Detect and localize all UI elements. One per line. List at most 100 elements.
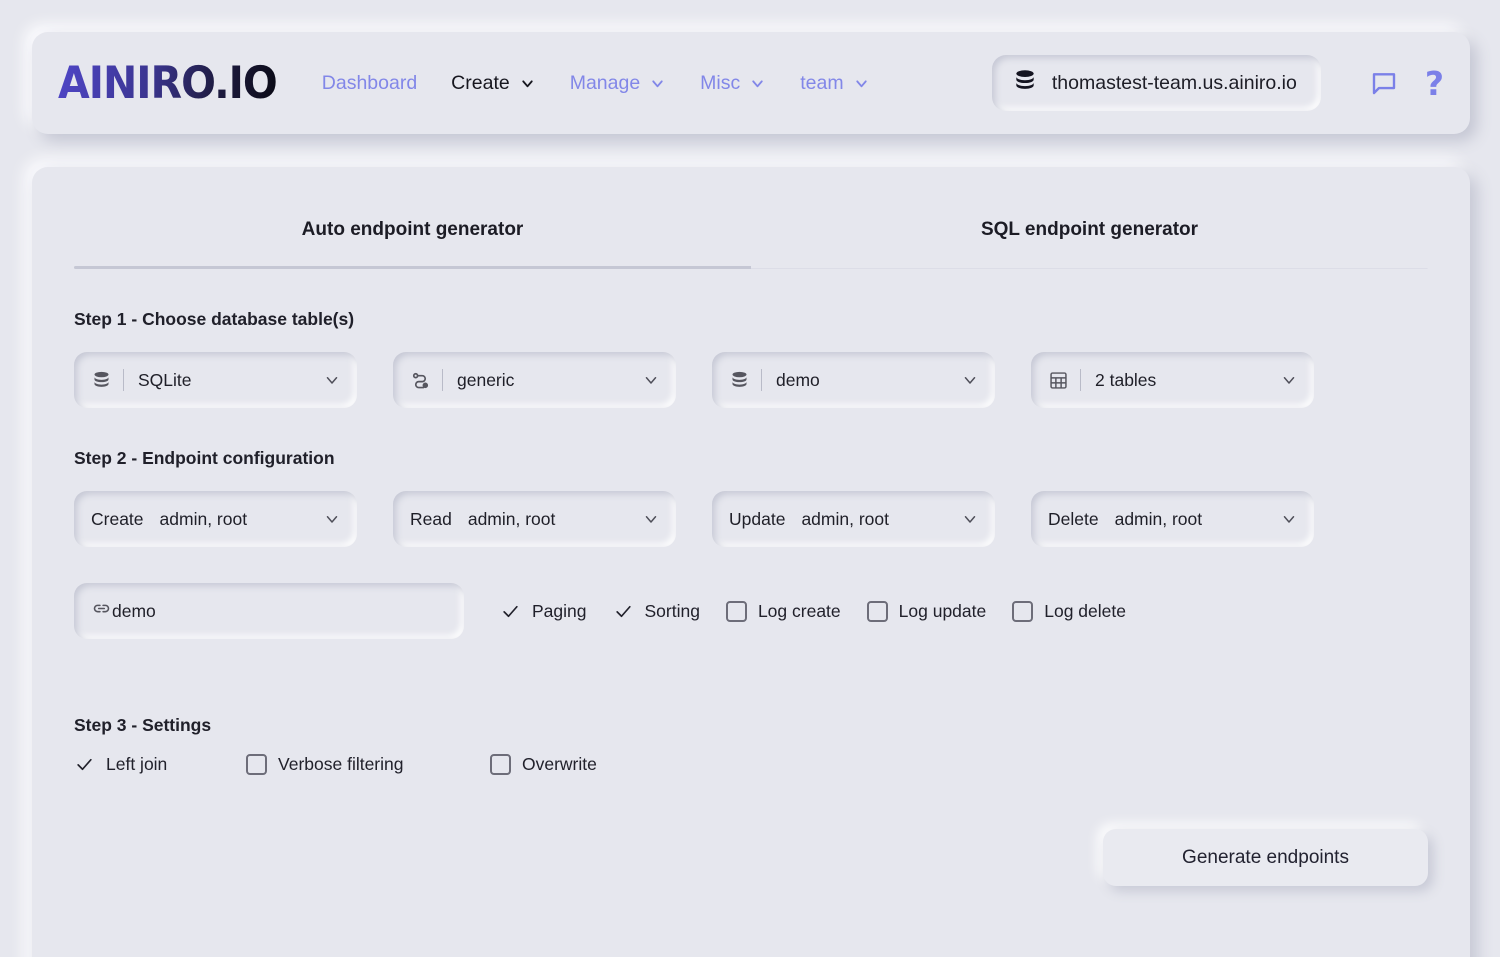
endpoint-options: Paging Sorting Log create Log update Log…	[500, 600, 1126, 622]
setting-overwrite[interactable]: Overwrite	[490, 754, 597, 775]
ainiro-logo[interactable]: AINIRO.IO	[58, 57, 278, 109]
read-roles-select[interactable]: Read admin, root	[393, 491, 676, 547]
database-type-value: SQLite	[138, 369, 192, 390]
nav-item-create[interactable]: Create	[434, 64, 553, 103]
database-icon	[1012, 68, 1038, 99]
checkbox-icon	[725, 600, 747, 622]
endpoint-generator-panel: Auto endpoint generator SQL endpoint gen…	[32, 167, 1470, 957]
chevron-down-icon	[323, 371, 341, 389]
option-label: Log delete	[1044, 600, 1126, 621]
step1-title: Step 1 - Choose database table(s)	[74, 309, 355, 329]
app-root: AINIRO.IO Dashboard Create Manage Misc t…	[0, 0, 1500, 957]
nav-item-misc[interactable]: Misc	[683, 64, 783, 103]
field-separator	[442, 369, 443, 391]
tab-label: SQL endpoint generator	[980, 219, 1199, 240]
nav-item-team[interactable]: team	[783, 64, 886, 103]
option-log-delete[interactable]: Log delete	[1012, 600, 1126, 622]
option-label: Paging	[532, 600, 587, 621]
setting-verbose-filtering[interactable]: Verbose filtering	[246, 754, 490, 775]
tables-select[interactable]: 2 tables	[1031, 352, 1314, 408]
current-database-name: thomastest-team.us.ainiro.io	[1051, 71, 1297, 94]
update-roles-value: admin, root	[801, 508, 889, 529]
checkbox-icon	[490, 754, 511, 775]
nav-item-label: Dashboard	[321, 71, 418, 94]
option-paging[interactable]: Paging	[500, 601, 587, 622]
step3-title: Step 3 - Settings	[74, 715, 212, 735]
delete-label: Delete	[1048, 508, 1099, 529]
option-log-create[interactable]: Log create	[725, 600, 841, 622]
chevron-down-icon	[853, 75, 870, 92]
chevron-down-icon	[1280, 510, 1298, 528]
endpoint-url-row: Paging Sorting Log create Log update	[74, 583, 1428, 639]
field-separator	[123, 369, 124, 391]
tab-underline	[74, 266, 1428, 269]
database-type-select[interactable]: SQLite	[74, 352, 357, 408]
chevron-down-icon	[961, 510, 979, 528]
checkmark-icon	[613, 601, 634, 622]
checkmark-icon	[74, 754, 95, 775]
setting-label: Left join	[106, 754, 168, 774]
nav-item-dashboard[interactable]: Dashboard	[305, 64, 434, 103]
option-label: Sorting	[644, 600, 700, 621]
checkbox-icon	[866, 600, 888, 622]
tab-label: Auto endpoint generator	[301, 219, 524, 240]
database-select[interactable]: demo	[712, 352, 995, 408]
chevron-down-icon	[323, 510, 341, 528]
tab-underline-inactive	[751, 268, 1428, 269]
checkbox-icon	[1012, 600, 1034, 622]
chevron-down-icon	[749, 75, 766, 92]
option-label: Log create	[757, 600, 841, 621]
generator-tabs: Auto endpoint generator SQL endpoint gen…	[74, 219, 1428, 266]
top-navigation-bar: AINIRO.IO Dashboard Create Manage Misc t…	[32, 32, 1470, 134]
create-label: Create	[91, 508, 144, 529]
database-value: demo	[776, 369, 820, 390]
field-separator	[761, 369, 762, 391]
setting-label: Verbose filtering	[278, 754, 404, 774]
database-icon	[729, 370, 750, 391]
database-icon	[91, 370, 112, 391]
create-roles-select[interactable]: Create admin, root	[74, 491, 357, 547]
option-log-update[interactable]: Log update	[866, 600, 987, 622]
tab-underline-active	[74, 266, 751, 269]
setting-left-join[interactable]: Left join	[74, 754, 246, 775]
step2-title: Step 2 - Endpoint configuration	[74, 448, 335, 468]
route-icon	[410, 370, 431, 391]
option-label: Log update	[898, 600, 987, 621]
update-roles-select[interactable]: Update admin, root	[712, 491, 995, 547]
delete-roles-select[interactable]: Delete admin, root	[1031, 491, 1314, 547]
step3-options: Left join Verbose filtering Overwrite	[74, 754, 1428, 775]
read-roles-value: admin, root	[467, 508, 556, 529]
chevron-down-icon	[519, 75, 536, 92]
main-nav: Dashboard Create Manage Misc team	[305, 64, 887, 103]
question-mark-icon[interactable]: ?	[1425, 67, 1444, 100]
chevron-down-icon	[642, 371, 660, 389]
nav-item-label: team	[800, 71, 844, 94]
checkmark-icon	[500, 601, 521, 622]
checkbox-icon	[246, 754, 267, 775]
current-database-selector[interactable]: thomastest-team.us.ainiro.io	[991, 55, 1321, 111]
read-label: Read	[410, 508, 452, 529]
update-label: Update	[729, 508, 786, 529]
connection-string-value: generic	[457, 369, 515, 390]
nav-item-manage[interactable]: Manage	[553, 64, 683, 103]
field-separator	[1080, 369, 1081, 391]
nav-item-label: Create	[451, 71, 510, 94]
generate-endpoints-button[interactable]: Generate endpoints	[1103, 829, 1428, 886]
tables-value: 2 tables	[1095, 369, 1157, 390]
endpoint-url-field[interactable]	[74, 583, 464, 639]
link-icon	[91, 598, 112, 624]
chevron-down-icon	[961, 371, 979, 389]
endpoint-url-input[interactable]	[112, 600, 448, 622]
step2-fields: Create admin, root Read admin, root Upda…	[74, 491, 1428, 547]
connection-string-select[interactable]: generic	[393, 352, 676, 408]
chat-bubble-icon[interactable]	[1365, 64, 1403, 102]
option-sorting[interactable]: Sorting	[613, 601, 700, 622]
chevron-down-icon	[1280, 371, 1298, 389]
generate-action-row: Generate endpoints	[74, 829, 1428, 886]
chevron-down-icon	[649, 75, 666, 92]
step1-fields: SQLite generic demo 2 tables	[74, 352, 1428, 408]
tab-sql-endpoint-generator[interactable]: SQL endpoint generator	[751, 219, 1428, 266]
tab-auto-endpoint-generator[interactable]: Auto endpoint generator	[74, 219, 751, 266]
chevron-down-icon	[642, 510, 660, 528]
delete-roles-value: admin, root	[1114, 508, 1203, 529]
